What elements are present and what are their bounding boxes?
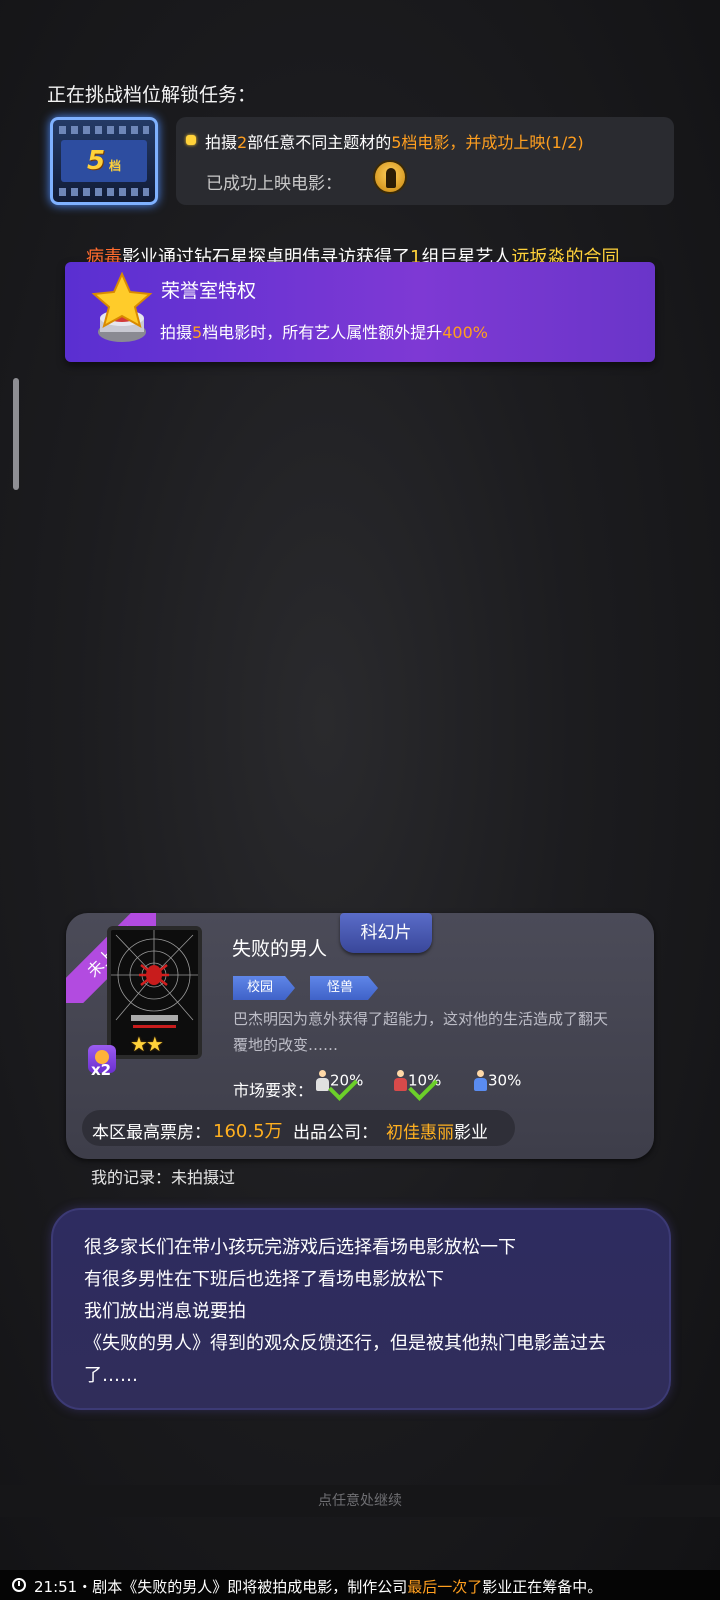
- producer-label: 出品公司：: [293, 1123, 378, 1143]
- released-label: 已成功上映电影：: [206, 174, 342, 194]
- feedback-text: 很多家长们在带小孩玩完游戏后选择看场电影放松一下 有很多男性在下班后也选择了看场…: [84, 1232, 644, 1392]
- movie-description: 巴杰明因为意外获得了超能力，这对他的生活造成了翻天覆地的改变……: [233, 1010, 609, 1054]
- my-record: 我的记录：未拍摄过: [91, 1168, 236, 1187]
- feedback-line: 很多家长们在带小孩玩完游戏后选择看场电影放松一下: [84, 1237, 516, 1258]
- theme-tag: 校园: [233, 976, 295, 1000]
- movie-title: 失败的男人: [232, 938, 328, 960]
- film-strip-holes: [59, 126, 149, 134]
- tier-unit: 档: [109, 158, 122, 173]
- clock-icon: [12, 1578, 26, 1592]
- tier-badge: 5 档: [50, 117, 158, 205]
- producer-value: 初佳惠丽影业: [386, 1123, 488, 1143]
- kid-icon: [474, 1070, 487, 1092]
- tier-number: 5: [86, 146, 106, 176]
- man-icon: [316, 1070, 329, 1092]
- feedback-line: 有很多男性在下班后也选择了看场电影放松下: [84, 1269, 444, 1290]
- feedback-line: 我们放出消息说要拍: [84, 1301, 246, 1322]
- multiplier-label: x2: [91, 1061, 112, 1079]
- honor-description: 拍摄5档电影时，所有艺人属性额外提升400%: [160, 323, 488, 342]
- film-screen: 5 档: [61, 140, 147, 182]
- honor-title: 荣誉室特权: [161, 280, 257, 302]
- box-office-label: 本区最高票房：: [92, 1123, 211, 1143]
- task-title: 正在挑战档位解锁任务：: [47, 84, 257, 106]
- star-rating: ★★: [130, 1032, 164, 1056]
- feedback-line: 《失败的男人》得到的观众反馈还行，但是被其他热门电影盖过去了……: [84, 1333, 606, 1386]
- trophy-star-icon: [90, 271, 154, 346]
- bullet-icon: [186, 135, 196, 145]
- genre-tab: 科幻片: [340, 913, 432, 953]
- market-requirement-label: 市场要求：: [233, 1081, 314, 1100]
- task-requirement: 拍摄2部任意不同主题材的5档电影，并成功上映(1/2): [205, 133, 584, 152]
- film-strip-holes: [59, 188, 149, 196]
- woman-icon: [394, 1070, 407, 1092]
- released-movie-icon[interactable]: [373, 160, 407, 194]
- ticker-text: 21:51・剧本《失败的男人》即将被拍成电影，制作公司最后一次了影业正在筹备中。: [34, 1578, 603, 1596]
- market-kids: 30%: [474, 1070, 521, 1092]
- box-office-value: 160.5万: [213, 1121, 283, 1142]
- scrollbar-thumb[interactable]: [13, 378, 19, 490]
- theme-tag: 怪兽: [310, 976, 378, 1000]
- tap-to-continue[interactable]: 点任意处继续: [0, 1485, 720, 1517]
